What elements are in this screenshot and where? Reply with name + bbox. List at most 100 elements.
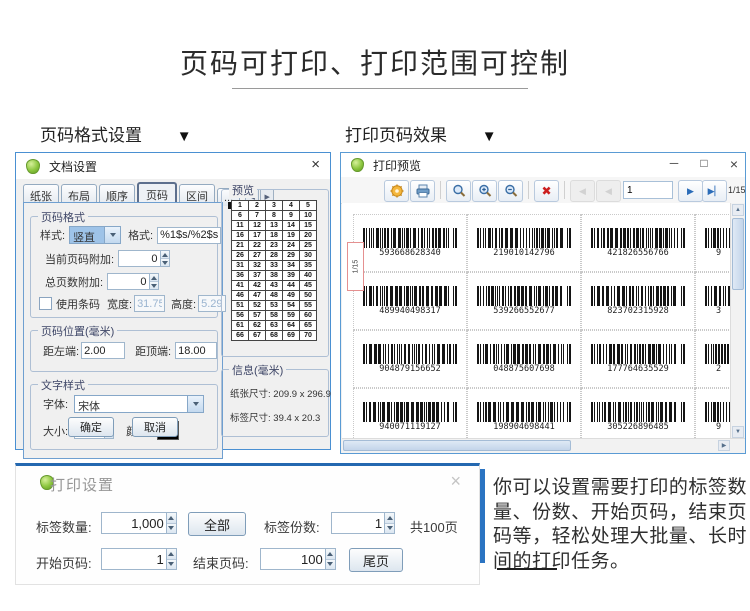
ok-button[interactable]: 确定 bbox=[68, 417, 114, 437]
preview-cell: 32 bbox=[249, 261, 266, 271]
vertical-scroll-thumb[interactable] bbox=[732, 218, 744, 290]
preview-cell: 4 bbox=[283, 201, 300, 211]
width-label: 宽度: bbox=[107, 296, 132, 312]
spinner-up-icon[interactable] bbox=[161, 251, 170, 258]
barcode-number: 305226896485 bbox=[607, 422, 668, 432]
page-indicator: 1/15 bbox=[728, 185, 746, 195]
scroll-up-icon[interactable]: ▲ bbox=[732, 204, 744, 216]
preview-cell: 65 bbox=[300, 321, 317, 331]
previous-page-icon: ◀ bbox=[605, 186, 612, 197]
current-add-input[interactable] bbox=[118, 250, 159, 267]
close-icon[interactable]: × bbox=[723, 156, 745, 172]
from-top-input[interactable] bbox=[175, 342, 217, 359]
settings-icon bbox=[389, 183, 405, 199]
preview-cell: 61 bbox=[232, 321, 249, 331]
copies-spinner[interactable] bbox=[331, 512, 395, 534]
preview-number-table: 1234567891011121314151617181920212223242… bbox=[231, 200, 317, 341]
preview-cell: 63 bbox=[266, 321, 283, 331]
title-underline bbox=[232, 88, 528, 89]
current-add-spinner[interactable] bbox=[118, 250, 170, 267]
spinner-up-icon[interactable] bbox=[150, 274, 159, 281]
last-page-button[interactable]: ▶▏ bbox=[702, 180, 727, 202]
minimize-icon[interactable]: ─ bbox=[663, 156, 685, 170]
use-barcode-checkbox[interactable] bbox=[39, 297, 52, 310]
label-qty-input[interactable] bbox=[101, 512, 166, 534]
horizontal-scroll-thumb[interactable] bbox=[343, 440, 571, 451]
section-label-format: 页码格式设置 ▼ bbox=[40, 121, 192, 146]
next-page-button[interactable]: ▶ bbox=[678, 180, 703, 202]
close-preview-button[interactable]: ✖ bbox=[534, 180, 559, 202]
font-combobox[interactable]: 宋体 bbox=[74, 395, 204, 413]
barcode-icon bbox=[591, 286, 685, 306]
page-number-input[interactable] bbox=[623, 181, 673, 199]
barcode-label: 593668628340 bbox=[353, 214, 467, 272]
all-button[interactable]: 全部 bbox=[188, 512, 246, 536]
format-input[interactable] bbox=[157, 227, 221, 244]
preview-cell: 33 bbox=[266, 261, 283, 271]
print-settings-button[interactable] bbox=[384, 180, 409, 202]
preview-cell: 10 bbox=[300, 211, 317, 221]
preview-cell: 51 bbox=[232, 301, 249, 311]
from-left-input[interactable] bbox=[81, 342, 125, 359]
preview-cell: 23 bbox=[266, 241, 283, 251]
total-add-input[interactable] bbox=[107, 273, 148, 290]
page-number-format-group: 页码格式 样式: 竖直 格式: 当前页码附加: bbox=[30, 216, 218, 318]
style-combobox[interactable]: 竖直 bbox=[69, 226, 121, 244]
chevron-down-icon[interactable] bbox=[104, 227, 120, 243]
scroll-right-icon[interactable]: ▶ bbox=[718, 440, 730, 451]
barcode-number: 539266552677 bbox=[493, 306, 554, 316]
cancel-button[interactable]: 取消 bbox=[132, 417, 178, 437]
close-icon[interactable]: × bbox=[450, 471, 461, 492]
style-combobox-value: 竖直 bbox=[70, 227, 104, 243]
preview-cell: 38 bbox=[266, 271, 283, 281]
preview-cell: 36 bbox=[232, 271, 249, 281]
spinner-down-icon[interactable] bbox=[161, 258, 170, 266]
spinner-down-icon[interactable] bbox=[167, 523, 176, 534]
zoom-button[interactable] bbox=[446, 180, 471, 202]
page: 页码可打印、打印范围可控制 页码格式设置 ▼ 打印页码效果 ▼ 文档设置 × 纸… bbox=[0, 0, 750, 611]
copies-input[interactable] bbox=[331, 512, 384, 534]
preview-cell: 46 bbox=[232, 291, 249, 301]
preview-cell: 28 bbox=[266, 251, 283, 261]
scroll-down-icon[interactable]: ▼ bbox=[732, 426, 744, 438]
spinner-up-icon[interactable] bbox=[167, 549, 176, 559]
chevron-down-icon[interactable] bbox=[187, 396, 203, 412]
preview-cell: 39 bbox=[283, 271, 300, 281]
paper-size-row: 纸张尺寸: 209.9 x 296.9 bbox=[230, 386, 331, 400]
spinner-up-icon[interactable] bbox=[385, 513, 394, 523]
preview-cell: 22 bbox=[249, 241, 266, 251]
preview-cell: 47 bbox=[249, 291, 266, 301]
toolbar-separator bbox=[564, 181, 565, 199]
start-page-input[interactable] bbox=[101, 548, 166, 570]
spinner-down-icon[interactable] bbox=[326, 559, 335, 570]
end-page-spinner[interactable] bbox=[260, 548, 336, 570]
zoom-in-button[interactable] bbox=[472, 180, 497, 202]
spinner-down-icon[interactable] bbox=[167, 559, 176, 570]
preview-cell: 66 bbox=[232, 331, 249, 341]
spinner-down-icon[interactable] bbox=[150, 281, 159, 289]
magnifier-minus-icon bbox=[503, 183, 519, 199]
spinner-up-icon[interactable] bbox=[167, 513, 176, 523]
style-label: 样式: bbox=[40, 227, 65, 243]
doc-dialog-title: 文档设置 bbox=[49, 158, 97, 175]
maximize-icon[interactable]: □ bbox=[693, 156, 715, 170]
start-page-spinner[interactable] bbox=[101, 548, 177, 570]
close-icon[interactable]: × bbox=[311, 157, 320, 173]
document-settings-dialog: 文档设置 × 纸张布局顺序页码区间... ◀ ▶ 页码格式 样式: 竖直 格式: bbox=[15, 152, 331, 450]
label-qty-spinner[interactable] bbox=[101, 512, 177, 534]
last-page-button[interactable]: 尾页 bbox=[349, 548, 403, 572]
zoom-out-button[interactable] bbox=[498, 180, 523, 202]
spinner-up-icon[interactable] bbox=[326, 549, 335, 559]
end-page-input[interactable] bbox=[260, 548, 325, 570]
total-add-spinner[interactable] bbox=[107, 273, 159, 290]
preview-cell: 57 bbox=[249, 311, 266, 321]
preview-cell: 44 bbox=[283, 281, 300, 291]
spinner-down-icon[interactable] bbox=[385, 523, 394, 534]
vertical-scrollbar[interactable]: ▲ ▼ bbox=[730, 203, 745, 439]
horizontal-scrollbar[interactable]: ▶ bbox=[342, 438, 745, 453]
barcode-number: 421826556766 bbox=[607, 248, 668, 258]
barcode-number: 3 bbox=[716, 306, 721, 316]
print-button[interactable] bbox=[410, 180, 435, 202]
preview-viewport: 5936686283402190101427964218265567669489… bbox=[342, 203, 745, 453]
last-page-icon: ▶▏ bbox=[708, 186, 722, 197]
